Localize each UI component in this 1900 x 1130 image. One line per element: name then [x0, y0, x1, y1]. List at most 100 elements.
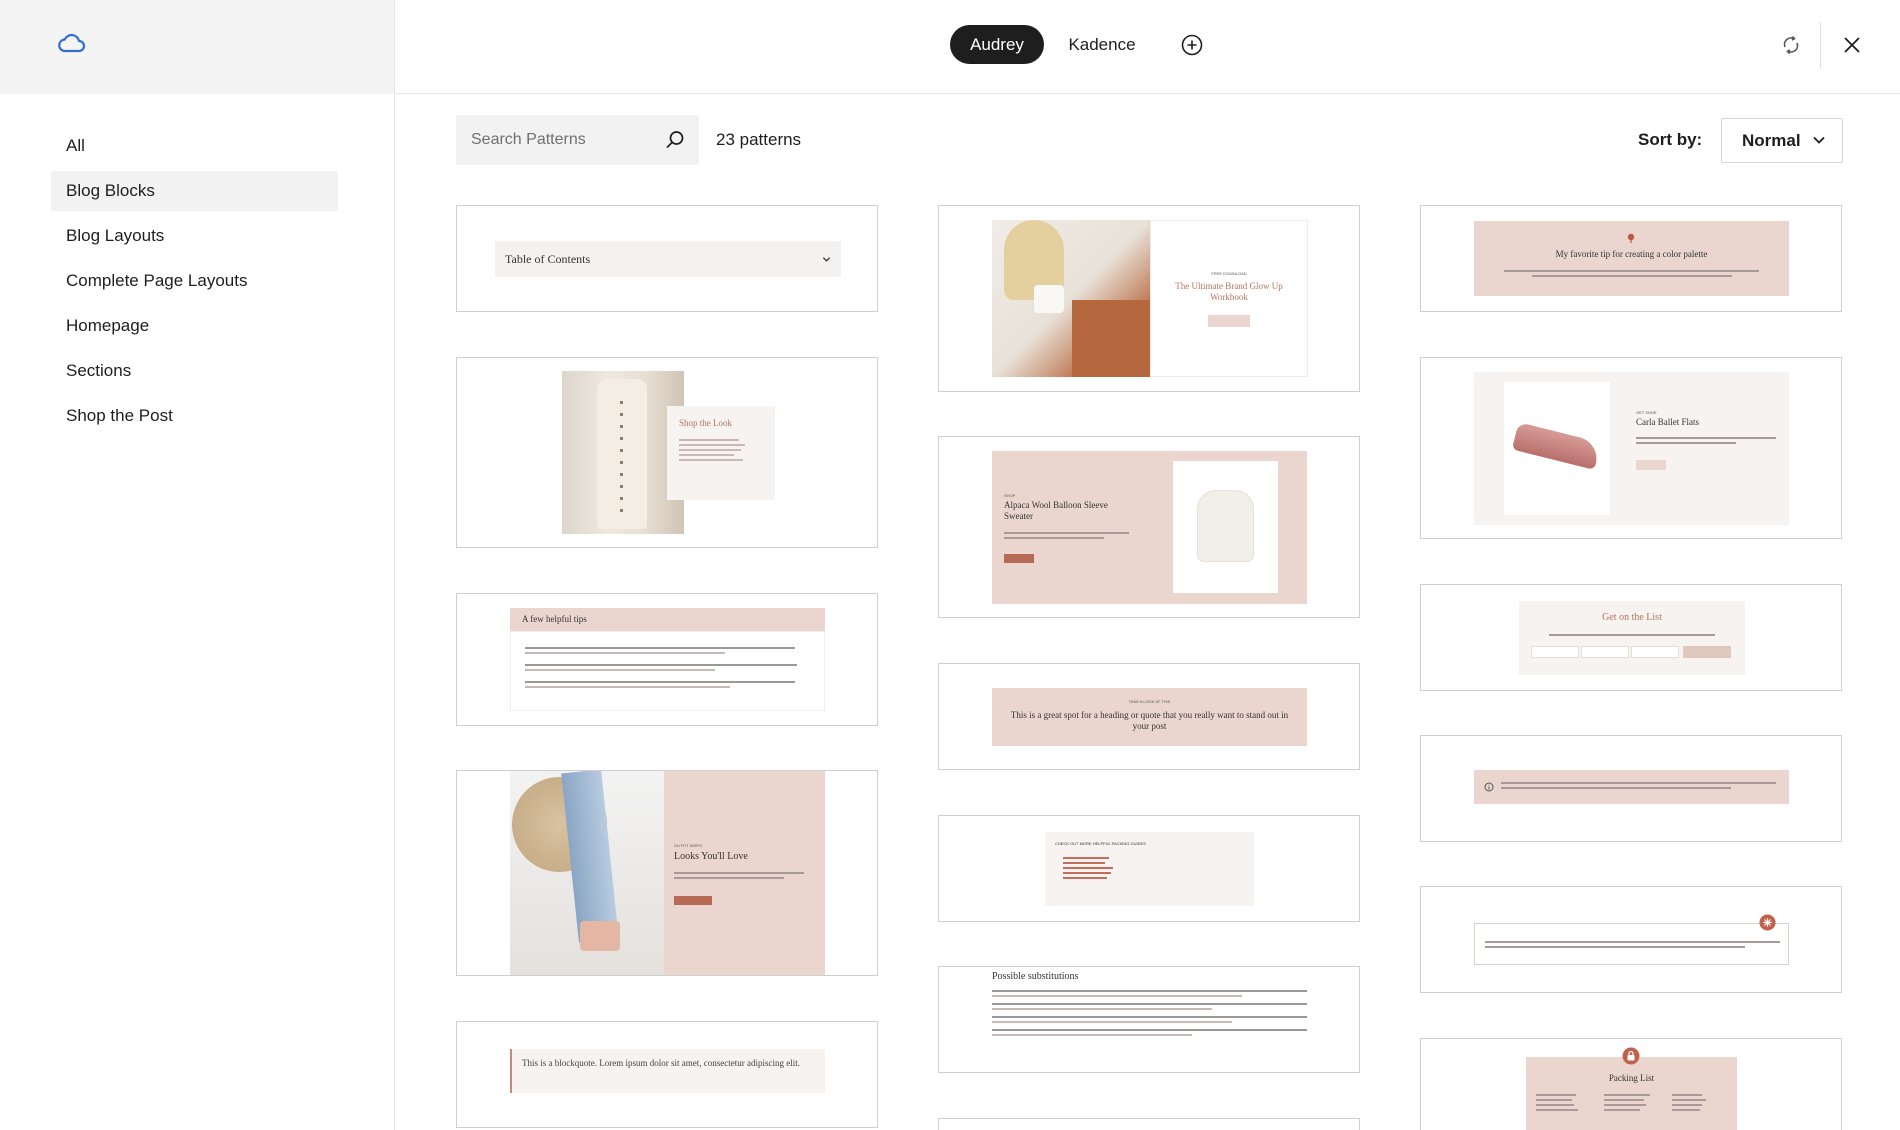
top-bar: Audrey Kadence	[396, 0, 1900, 94]
sort-value: Normal	[1742, 131, 1801, 150]
sidebar: All Blog Blocks Blog Layouts Complete Pa…	[0, 0, 395, 1130]
packing-guides-box: CHECK OUT MORE HELPFUL PACKING GUIDES	[1045, 832, 1254, 906]
category-blog-blocks[interactable]: Blog Blocks	[51, 171, 338, 211]
dress-photo	[562, 371, 684, 534]
category-sections[interactable]: Sections	[51, 351, 338, 391]
star-badge-icon	[1759, 914, 1776, 931]
search-box	[456, 115, 699, 165]
pattern-card-substitutions[interactable]: Possible substitutions	[938, 966, 1360, 1073]
pattern-count: 23 patterns	[716, 130, 802, 149]
tips-header: A few helpful tips	[510, 608, 825, 631]
shop-look-title: Shop the Look	[679, 418, 732, 428]
looks-kicker: OUTFIT INSPO	[674, 843, 702, 848]
cloud-icon[interactable]	[56, 30, 86, 56]
subscribe-title: Get on the List	[1602, 612, 1662, 623]
info-icon	[1484, 782, 1494, 792]
tab-kadence[interactable]: Kadence	[1062, 25, 1142, 64]
color-tip-panel: My favorite tip for creating a color pal…	[1474, 221, 1789, 296]
close-icon[interactable]	[1840, 33, 1864, 57]
looks-title: Looks You'll Love	[674, 851, 748, 862]
search-icon[interactable]	[664, 129, 686, 151]
sweater-title: Alpaca Wool Balloon Sleeve Sweater	[1004, 500, 1108, 521]
category-all[interactable]: All	[51, 126, 338, 166]
flats-title: Carla Ballet Flats	[1636, 417, 1699, 427]
disclaimer-panel	[1474, 770, 1789, 804]
pattern-card-quote[interactable]: TAKE A LOOK AT THIS This is a great spot…	[938, 663, 1360, 770]
chevron-down-icon	[822, 257, 831, 262]
tips-title: A few helpful tips	[522, 614, 587, 624]
sort-label: Sort by:	[1638, 130, 1703, 149]
search-input[interactable]	[471, 115, 661, 165]
pattern-card-blockquote[interactable]: This is a blockquote. Lorem ipsum dolor …	[456, 1021, 878, 1128]
chevron-down-icon	[1813, 136, 1825, 144]
header-divider	[1820, 22, 1821, 68]
category-list: All Blog Blocks Blog Layouts Complete Pa…	[51, 126, 338, 441]
bag-photo	[510, 771, 664, 975]
flats-photo	[1504, 382, 1610, 515]
first-name-field	[1531, 646, 1579, 658]
subscribe-text	[1549, 631, 1715, 639]
tab-audrey[interactable]: Audrey	[950, 25, 1044, 64]
color-tip-title: My favorite tip for creating a color pal…	[1555, 249, 1708, 259]
packing-guides-heading: CHECK OUT MORE HELPFUL PACKING GUIDES	[1055, 841, 1146, 846]
blockquote-text: This is a blockquote. Lorem ipsum dolor …	[522, 1058, 800, 1068]
sidebar-header	[0, 0, 394, 94]
pattern-card-get-on-the-list[interactable]: Get on the List	[1420, 584, 1842, 691]
flats-kicker: GET SHOE	[1636, 410, 1657, 415]
category-complete-page-layouts[interactable]: Complete Page Layouts	[51, 261, 338, 301]
pattern-card-packing-list[interactable]: Packing List	[1420, 1038, 1842, 1130]
coffee-photo	[992, 220, 1150, 377]
flats-panel: GET SHOE Carla Ballet Flats	[1474, 372, 1789, 525]
pattern-card-sweater[interactable]: SHOP Alpaca Wool Balloon Sleeve Sweater	[938, 436, 1360, 618]
sweater-panel: SHOP Alpaca Wool Balloon Sleeve Sweater	[992, 451, 1307, 604]
workbook-button	[1208, 315, 1250, 327]
sync-icon[interactable]	[1779, 33, 1803, 57]
pin-icon	[1627, 233, 1635, 243]
substitutions-title: Possible substitutions	[992, 971, 1079, 982]
toc-label: Table of Contents	[505, 252, 591, 266]
pattern-card-table-of-contents[interactable]: Table of Contents	[456, 205, 878, 312]
packing-list-panel: Packing List	[1526, 1057, 1737, 1130]
subscribe-button	[1683, 646, 1731, 658]
pattern-card-shop-the-look[interactable]: Shop the Look	[456, 357, 878, 548]
shop-look-box: Shop the Look	[667, 406, 775, 500]
category-shop-the-post[interactable]: Shop the Post	[51, 396, 338, 436]
email-field	[1631, 646, 1679, 658]
quote-panel: TAKE A LOOK AT THIS This is a great spot…	[992, 688, 1307, 746]
add-library-icon[interactable]	[1180, 33, 1204, 57]
flats-button	[1636, 460, 1666, 470]
category-blog-layouts[interactable]: Blog Layouts	[51, 216, 338, 256]
shop-look-lines	[679, 436, 759, 464]
pattern-card-color-tip[interactable]: My favorite tip for creating a color pal…	[1420, 205, 1842, 312]
lock-badge-icon	[1622, 1047, 1640, 1065]
pattern-card-workbook[interactable]: FREE DOWNLOAD The Ultimate Brand Glow Up…	[938, 205, 1360, 392]
workbook-panel: FREE DOWNLOAD The Ultimate Brand Glow Up…	[1150, 220, 1308, 377]
workbook-title: The Ultimate Brand Glow Up Workbook	[1175, 281, 1283, 302]
sweater-photo	[1173, 461, 1278, 593]
sweater-kicker: SHOP	[1004, 493, 1016, 498]
workbook-kicker: FREE DOWNLOAD	[1211, 271, 1247, 276]
looks-panel: OUTFIT INSPO Looks You'll Love	[664, 771, 825, 975]
last-name-field	[1581, 646, 1629, 658]
sort-dropdown[interactable]: Normal	[1721, 118, 1843, 163]
quote-text: This is a great spot for a heading or qu…	[1010, 710, 1289, 731]
pattern-library-modal: All Blog Blocks Blog Layouts Complete Pa…	[0, 0, 1900, 1130]
category-homepage[interactable]: Homepage	[51, 306, 338, 346]
sweater-button	[1004, 554, 1034, 563]
quote-kicker: TAKE A LOOK AT THIS	[1128, 699, 1171, 704]
pattern-card-disclaimer[interactable]	[1420, 735, 1842, 842]
toc-bar: Table of Contents	[495, 241, 841, 277]
substitutions-list	[992, 987, 1312, 1039]
subscribe-panel: Get on the List	[1519, 601, 1745, 675]
icon-box-panel	[1474, 923, 1789, 965]
pattern-card-looks-youll-love[interactable]: OUTFIT INSPO Looks You'll Love	[456, 770, 878, 976]
blockquote-box: This is a blockquote. Lorem ipsum dolor …	[510, 1049, 825, 1093]
pattern-card-packing-guides[interactable]: CHECK OUT MORE HELPFUL PACKING GUIDES	[938, 815, 1360, 922]
pattern-card-partial[interactable]	[938, 1118, 1360, 1130]
pattern-card-icon-box[interactable]	[1420, 886, 1842, 993]
pattern-card-ballet-flats[interactable]: GET SHOE Carla Ballet Flats	[1420, 357, 1842, 539]
pattern-card-helpful-tips[interactable]: A few helpful tips	[456, 593, 878, 726]
tips-body	[510, 631, 825, 711]
packing-list-title: Packing List	[1608, 1073, 1655, 1083]
looks-button	[674, 896, 712, 905]
